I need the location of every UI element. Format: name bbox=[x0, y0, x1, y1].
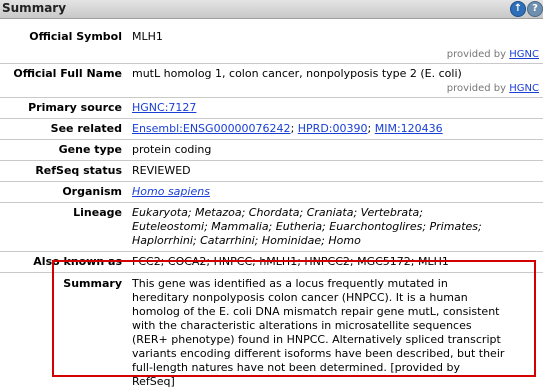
see-related-label: See related bbox=[0, 119, 128, 140]
summary-text: This gene was identified as a locus freq… bbox=[128, 273, 543, 389]
official-symbol-value: MLH1 bbox=[132, 30, 539, 44]
summary-line: homolog of the E. coli DNA mismatch repa… bbox=[132, 305, 539, 319]
summary-table: Official Symbol MLH1 provided by HGNC Of… bbox=[0, 20, 543, 389]
row-lineage: Lineage Eukaryota; Metazoa; Chordata; Cr… bbox=[0, 203, 543, 252]
summary-line: RefSeq] bbox=[132, 375, 539, 389]
official-symbol-label: Official Symbol bbox=[0, 20, 128, 64]
summary-line: hereditary nonpolyposis colon cancer (HN… bbox=[132, 291, 539, 305]
organism-link[interactable]: Homo sapiens bbox=[132, 185, 210, 198]
row-refseq-status: RefSeq status REVIEWED bbox=[0, 161, 543, 182]
provided-by-text: provided by bbox=[447, 49, 506, 60]
hprd-link[interactable]: HPRD:00390 bbox=[298, 122, 368, 135]
lineage-line: Euteleostomi; Mammalia; Eutheria; Euarch… bbox=[132, 220, 539, 234]
primary-source-label: Primary source bbox=[0, 98, 128, 119]
summary-line: This gene was identified as a locus freq… bbox=[132, 277, 539, 291]
official-full-name-label: Official Full Name bbox=[0, 64, 128, 98]
refseq-status-value: REVIEWED bbox=[128, 161, 543, 182]
row-summary: Summary This gene was identified as a lo… bbox=[0, 273, 543, 389]
mim-link[interactable]: MIM:120436 bbox=[375, 122, 443, 135]
gene-type-label: Gene type bbox=[0, 140, 128, 161]
hgnc-link[interactable]: HGNC bbox=[509, 83, 539, 94]
row-official-full-name: Official Full Name mutL homolog 1, colon… bbox=[0, 64, 543, 98]
help-icon[interactable]: ? bbox=[527, 1, 543, 17]
hgnc-link[interactable]: HGNC bbox=[509, 49, 539, 60]
provided-by-text: provided by bbox=[447, 83, 506, 94]
row-primary-source: Primary source HGNC:7127 bbox=[0, 98, 543, 119]
summary-line: variants encoding different isoforms hav… bbox=[132, 347, 539, 361]
row-see-related: See related Ensembl:ENSG00000076242; HPR… bbox=[0, 119, 543, 140]
row-also-known-as: Also known as FCC2; COCA2; HNPCC; hMLH1;… bbox=[0, 252, 543, 273]
header-title: Summary bbox=[2, 1, 66, 15]
refseq-status-label: RefSeq status bbox=[0, 161, 128, 182]
lineage-line: Eukaryota; Metazoa; Chordata; Craniata; … bbox=[132, 206, 539, 220]
row-organism: Organism Homo sapiens bbox=[0, 182, 543, 203]
summary-header: Summary ↑ ? bbox=[0, 0, 543, 19]
summary-line: with the characteristic alterations in m… bbox=[132, 319, 539, 333]
row-official-symbol: Official Symbol MLH1 provided by HGNC bbox=[0, 20, 543, 64]
also-known-as-label: Also known as bbox=[0, 252, 128, 273]
summary-label: Summary bbox=[0, 273, 128, 389]
official-full-name-value: mutL homolog 1, colon cancer, nonpolypos… bbox=[132, 67, 539, 81]
also-known-as-value: FCC2; COCA2; HNPCC; hMLH1; HNPCC2; MGC51… bbox=[128, 252, 543, 273]
official-full-name-provenance: provided by HGNC bbox=[132, 81, 539, 96]
lineage-label: Lineage bbox=[0, 203, 128, 252]
summary-line: full-length natures have not been determ… bbox=[132, 361, 539, 375]
summary-line: (RER+ phenotype) found in HNPCC. Alterna… bbox=[132, 333, 539, 347]
separator: ; bbox=[291, 122, 295, 135]
organism-label: Organism bbox=[0, 182, 128, 203]
separator: ; bbox=[368, 122, 372, 135]
row-gene-type: Gene type protein coding bbox=[0, 140, 543, 161]
official-symbol-provenance: provided by HGNC bbox=[132, 44, 539, 62]
ensembl-link[interactable]: Ensembl:ENSG00000076242 bbox=[132, 122, 291, 135]
gene-type-value: protein coding bbox=[128, 140, 543, 161]
arrow-up-icon[interactable]: ↑ bbox=[510, 1, 526, 17]
lineage-line: Haplorrhini; Catarrhini; Hominidae; Homo bbox=[132, 234, 539, 248]
primary-source-link[interactable]: HGNC:7127 bbox=[132, 101, 196, 114]
